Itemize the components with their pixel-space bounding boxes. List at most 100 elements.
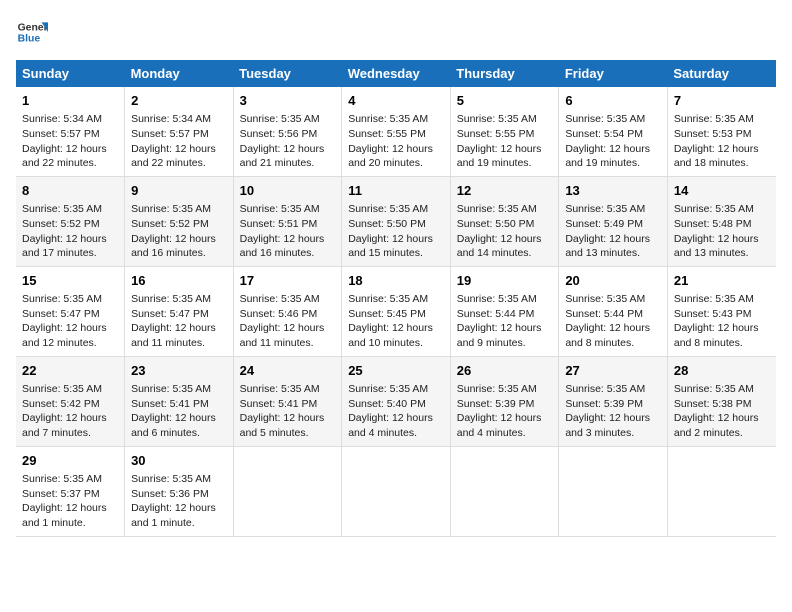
day-number: 26 bbox=[457, 362, 553, 380]
cell-content: Sunrise: 5:34 AMSunset: 5:57 PMDaylight:… bbox=[131, 112, 227, 171]
day-number: 27 bbox=[565, 362, 661, 380]
cell-content: Sunrise: 5:35 AMSunset: 5:44 PMDaylight:… bbox=[457, 292, 553, 351]
calendar-cell: 25Sunrise: 5:35 AMSunset: 5:40 PMDayligh… bbox=[342, 356, 451, 446]
day-number: 6 bbox=[565, 92, 661, 110]
logo-icon: General Blue bbox=[16, 16, 48, 48]
cell-content: Sunrise: 5:35 AMSunset: 5:53 PMDaylight:… bbox=[674, 112, 770, 171]
calendar-cell bbox=[342, 446, 451, 536]
day-number: 8 bbox=[22, 182, 118, 200]
day-number: 2 bbox=[131, 92, 227, 110]
day-number: 1 bbox=[22, 92, 118, 110]
calendar-cell: 20 Sunrise: 5:35 AMSunset: 5:44 PMDayligh… bbox=[559, 266, 668, 356]
calendar-cell bbox=[450, 446, 559, 536]
day-number: 28 bbox=[674, 362, 770, 380]
cell-content: Sunrise: 5:35 AMSunset: 5:55 PMDaylight:… bbox=[457, 112, 553, 171]
day-number: 11 bbox=[348, 182, 444, 200]
cell-content: Sunrise: 5:35 AMSunset: 5:41 PMDaylight:… bbox=[240, 382, 336, 441]
cell-content: Sunrise: 5:35 AMSunset: 5:38 PMDaylight:… bbox=[674, 382, 770, 441]
header-tuesday: Tuesday bbox=[233, 60, 342, 87]
cell-content: Sunrise: 5:35 AMSunset: 5:50 PMDaylight:… bbox=[348, 202, 444, 261]
calendar-cell: 17 Sunrise: 5:35 AMSunset: 5:46 PMDayligh… bbox=[233, 266, 342, 356]
cell-content: Sunrise: 5:35 AMSunset: 5:49 PMDaylight:… bbox=[565, 202, 661, 261]
calendar-cell: 30 Sunrise: 5:35 AMSunset: 5:36 PMDayligh… bbox=[125, 446, 234, 536]
day-number: 16 bbox=[131, 272, 227, 290]
day-number: 14 bbox=[674, 182, 770, 200]
cell-content: Sunrise: 5:35 AMSunset: 5:52 PMDaylight:… bbox=[131, 202, 227, 261]
header-saturday: Saturday bbox=[667, 60, 776, 87]
cell-content: Sunrise: 5:35 AMSunset: 5:52 PMDaylight:… bbox=[22, 202, 118, 261]
day-number: 3 bbox=[240, 92, 336, 110]
calendar-cell: 4 Sunrise: 5:35 AMSunset: 5:55 PMDaylight… bbox=[342, 87, 451, 176]
header-thursday: Thursday bbox=[450, 60, 559, 87]
calendar-week-row: 22 Sunrise: 5:35 AMSunset: 5:42 PMDayligh… bbox=[16, 356, 776, 446]
calendar-week-row: 15 Sunrise: 5:35 AMSunset: 5:47 PMDayligh… bbox=[16, 266, 776, 356]
day-number: 25 bbox=[348, 362, 444, 380]
cell-content: Sunrise: 5:35 AMSunset: 5:54 PMDaylight:… bbox=[565, 112, 661, 171]
cell-content: Sunrise: 5:35 AMSunset: 5:41 PMDaylight:… bbox=[131, 382, 227, 441]
day-number: 30 bbox=[131, 452, 227, 470]
calendar-cell bbox=[667, 446, 776, 536]
header-monday: Monday bbox=[125, 60, 234, 87]
cell-content: Sunrise: 5:35 AMSunset: 5:51 PMDaylight:… bbox=[240, 202, 336, 261]
cell-content: Sunrise: 5:35 AMSunset: 5:47 PMDaylight:… bbox=[131, 292, 227, 351]
header-sunday: Sunday bbox=[16, 60, 125, 87]
calendar-table: SundayMondayTuesdayWednesdayThursdayFrid… bbox=[16, 60, 776, 537]
cell-content: Sunrise: 5:35 AMSunset: 5:47 PMDaylight:… bbox=[22, 292, 118, 351]
page-header: General Blue bbox=[16, 16, 776, 48]
cell-content: Sunrise: 5:35 AMSunset: 5:55 PMDaylight:… bbox=[348, 112, 444, 171]
header-friday: Friday bbox=[559, 60, 668, 87]
calendar-cell: 11 Sunrise: 5:35 AMSunset: 5:50 PMDayligh… bbox=[342, 176, 451, 266]
cell-content: Sunrise: 5:35 AMSunset: 5:56 PMDaylight:… bbox=[240, 112, 336, 171]
cell-content: Sunrise: 5:35 AMSunset: 5:39 PMDaylight:… bbox=[457, 382, 553, 441]
calendar-cell: 3 Sunrise: 5:35 AMSunset: 5:56 PMDaylight… bbox=[233, 87, 342, 176]
calendar-cell: 26 Sunrise: 5:35 AMSunset: 5:39 PMDayligh… bbox=[450, 356, 559, 446]
day-number: 9 bbox=[131, 182, 227, 200]
calendar-cell: 19 Sunrise: 5:35 AMSunset: 5:44 PMDayligh… bbox=[450, 266, 559, 356]
calendar-cell: 28 Sunrise: 5:35 AMSunset: 5:38 PMDayligh… bbox=[667, 356, 776, 446]
header-wednesday: Wednesday bbox=[342, 60, 451, 87]
cell-content: Sunrise: 5:35 AMSunset: 5:42 PMDaylight:… bbox=[22, 382, 118, 441]
calendar-cell: 9 Sunrise: 5:35 AMSunset: 5:52 PMDaylight… bbox=[125, 176, 234, 266]
day-number: 22 bbox=[22, 362, 118, 380]
calendar-cell: 18 Sunrise: 5:35 AMSunset: 5:45 PMDayligh… bbox=[342, 266, 451, 356]
calendar-week-row: 1 Sunrise: 5:34 AMSunset: 5:57 PMDaylight… bbox=[16, 87, 776, 176]
calendar-cell: 2 Sunrise: 5:34 AMSunset: 5:57 PMDaylight… bbox=[125, 87, 234, 176]
day-number: 5 bbox=[457, 92, 553, 110]
day-number: 7 bbox=[674, 92, 770, 110]
logo: General Blue bbox=[16, 16, 52, 48]
calendar-cell: 23 Sunrise: 5:35 AMSunset: 5:41 PMDayligh… bbox=[125, 356, 234, 446]
day-number: 17 bbox=[240, 272, 336, 290]
calendar-cell: 16 Sunrise: 5:35 AMSunset: 5:47 PMDayligh… bbox=[125, 266, 234, 356]
cell-content: Sunrise: 5:35 AMSunset: 5:37 PMDaylight:… bbox=[22, 472, 118, 531]
day-number: 18 bbox=[348, 272, 444, 290]
calendar-cell: 6 Sunrise: 5:35 AMSunset: 5:54 PMDaylight… bbox=[559, 87, 668, 176]
day-number: 13 bbox=[565, 182, 661, 200]
day-number: 12 bbox=[457, 182, 553, 200]
day-number: 23 bbox=[131, 362, 227, 380]
calendar-cell: 10Sunrise: 5:35 AMSunset: 5:51 PMDayligh… bbox=[233, 176, 342, 266]
calendar-cell: 7 Sunrise: 5:35 AMSunset: 5:53 PMDaylight… bbox=[667, 87, 776, 176]
day-number: 20 bbox=[565, 272, 661, 290]
day-number: 4 bbox=[348, 92, 444, 110]
day-number: 21 bbox=[674, 272, 770, 290]
cell-content: Sunrise: 5:34 AMSunset: 5:57 PMDaylight:… bbox=[22, 112, 118, 171]
calendar-cell: 29Sunrise: 5:35 AMSunset: 5:37 PMDayligh… bbox=[16, 446, 125, 536]
calendar-cell: 22 Sunrise: 5:35 AMSunset: 5:42 PMDayligh… bbox=[16, 356, 125, 446]
calendar-week-row: 29Sunrise: 5:35 AMSunset: 5:37 PMDayligh… bbox=[16, 446, 776, 536]
calendar-cell bbox=[559, 446, 668, 536]
calendar-cell: 8 Sunrise: 5:35 AMSunset: 5:52 PMDaylight… bbox=[16, 176, 125, 266]
calendar-cell: 12 Sunrise: 5:35 AMSunset: 5:50 PMDayligh… bbox=[450, 176, 559, 266]
cell-content: Sunrise: 5:35 AMSunset: 5:46 PMDaylight:… bbox=[240, 292, 336, 351]
cell-content: Sunrise: 5:35 AMSunset: 5:48 PMDaylight:… bbox=[674, 202, 770, 261]
cell-content: Sunrise: 5:35 AMSunset: 5:45 PMDaylight:… bbox=[348, 292, 444, 351]
day-number: 19 bbox=[457, 272, 553, 290]
cell-content: Sunrise: 5:35 AMSunset: 5:36 PMDaylight:… bbox=[131, 472, 227, 531]
calendar-week-row: 8 Sunrise: 5:35 AMSunset: 5:52 PMDaylight… bbox=[16, 176, 776, 266]
calendar-cell: 5 Sunrise: 5:35 AMSunset: 5:55 PMDaylight… bbox=[450, 87, 559, 176]
cell-content: Sunrise: 5:35 AMSunset: 5:50 PMDaylight:… bbox=[457, 202, 553, 261]
svg-text:Blue: Blue bbox=[18, 34, 41, 45]
calendar-cell: 27Sunrise: 5:35 AMSunset: 5:39 PMDayligh… bbox=[559, 356, 668, 446]
cell-content: Sunrise: 5:35 AMSunset: 5:44 PMDaylight:… bbox=[565, 292, 661, 351]
day-number: 15 bbox=[22, 272, 118, 290]
calendar-cell: 15 Sunrise: 5:35 AMSunset: 5:47 PMDayligh… bbox=[16, 266, 125, 356]
